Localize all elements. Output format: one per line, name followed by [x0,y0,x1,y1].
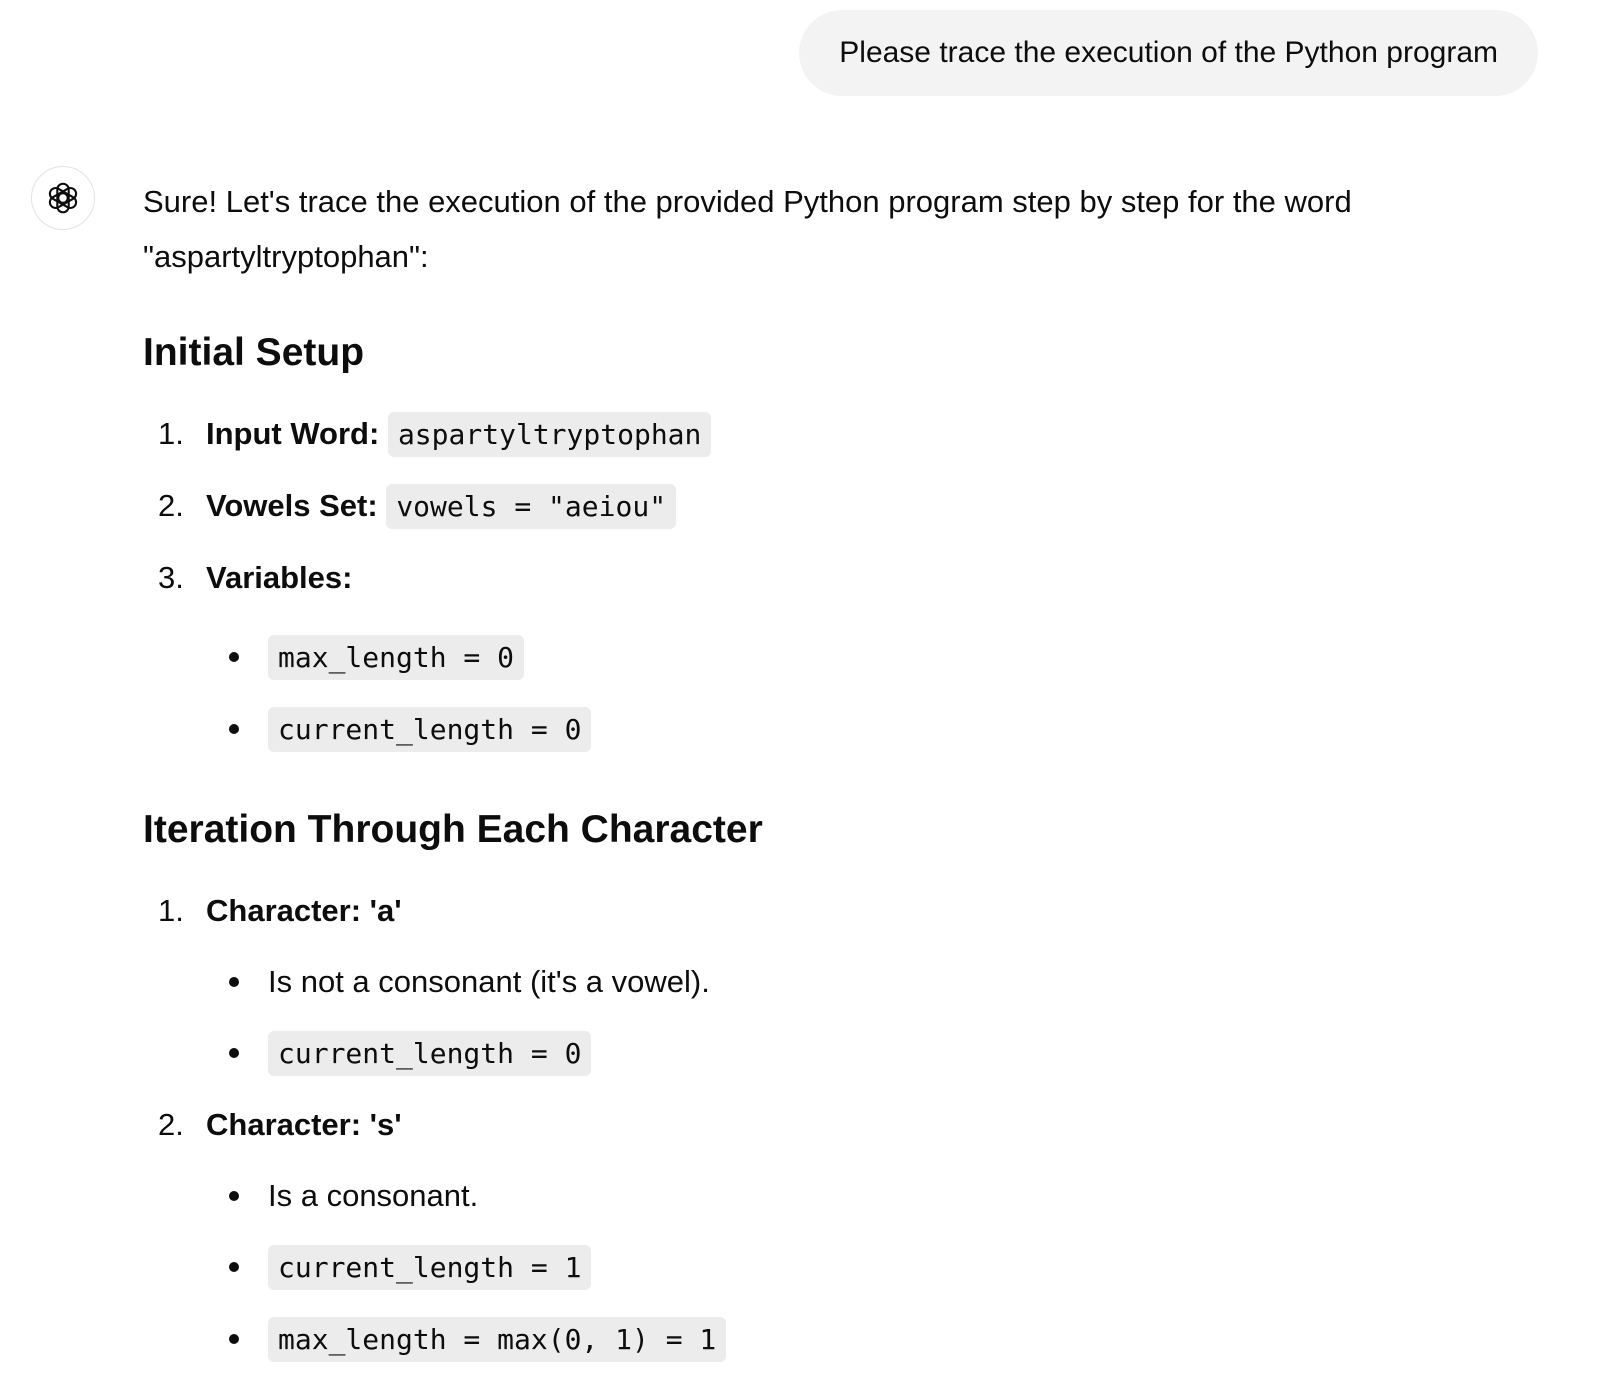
inline-code: max_length = max(0, 1) = 1 [268,1317,727,1362]
note-text: Is a consonant. [268,1178,479,1213]
item-label: Vowels Set: [206,488,378,523]
list-item: Is a consonant. [143,1160,1563,1231]
list-item: current_length = 0 [143,693,1563,765]
list-number: 2. [158,488,184,523]
item-label: Character: 'a' [206,893,402,928]
item-label: Variables: [206,560,353,595]
list-item: current_length = 0 [143,1017,1563,1089]
bullet-icon [229,1191,239,1201]
item-label: Character: 's' [206,1107,402,1142]
user-message-text: Please trace the execution of the Python… [839,36,1498,69]
setup-item-vowels-set: 2. Vowels Set: vowels = "aeiou" [143,470,1563,542]
inline-code: aspartyltryptophan [387,412,712,457]
list-number: 1. [158,416,184,451]
iteration-list-continued: 2. Character: 's' [143,1089,1563,1160]
setup-list: 1. Input Word: aspartyltryptophan 2. Vow… [143,398,1563,613]
note-text: Is not a consonant (it's a vowel). [268,964,710,999]
inline-code: current_length = 0 [268,707,592,752]
setup-item-input-word: 1. Input Word: aspartyltryptophan [143,398,1563,470]
list-number: 2. [158,1107,184,1142]
inline-code: max_length = 0 [268,635,525,680]
iteration-item-a: 1. Character: 'a' [143,875,1563,946]
iteration-list: 1. Character: 'a' [143,875,1563,946]
assistant-message: Sure! Let's trace the execution of the p… [143,174,1563,1375]
heading-iteration: Iteration Through Each Character [143,808,763,851]
list-item: max_length = max(0, 1) = 1 [143,1303,1563,1375]
bullet-icon [229,1262,239,1272]
inline-code: current_length = 1 [268,1245,592,1290]
bullet-icon [229,1048,239,1058]
bullet-icon [229,724,239,734]
bullet-icon [229,1334,239,1344]
list-item: current_length = 1 [143,1231,1563,1303]
bullet-icon [229,652,239,662]
inline-code: vowels = "aeiou" [386,484,677,529]
assistant-intro: Sure! Let's trace the execution of the p… [143,184,1352,274]
list-item: Is not a consonant (it's a vowel). [143,946,1563,1017]
iteration-s-details: Is a consonant. current_length = 1 max_l… [143,1160,1563,1375]
iteration-a-details: Is not a consonant (it's a vowel). curre… [143,946,1563,1089]
inline-code: current_length = 0 [268,1031,592,1076]
openai-logo-icon [48,182,78,214]
bullet-icon [229,977,239,987]
setup-item-variables: 3. Variables: [143,542,1563,613]
assistant-avatar [31,166,95,230]
variables-list: max_length = 0 current_length = 0 [143,621,1563,765]
list-number: 3. [158,560,184,595]
user-message-bubble: Please trace the execution of the Python… [799,10,1538,96]
iteration-item-s: 2. Character: 's' [143,1089,1563,1160]
item-label: Input Word: [206,416,380,451]
list-number: 1. [158,893,184,928]
heading-initial-setup: Initial Setup [143,331,365,374]
list-item: max_length = 0 [143,621,1563,693]
